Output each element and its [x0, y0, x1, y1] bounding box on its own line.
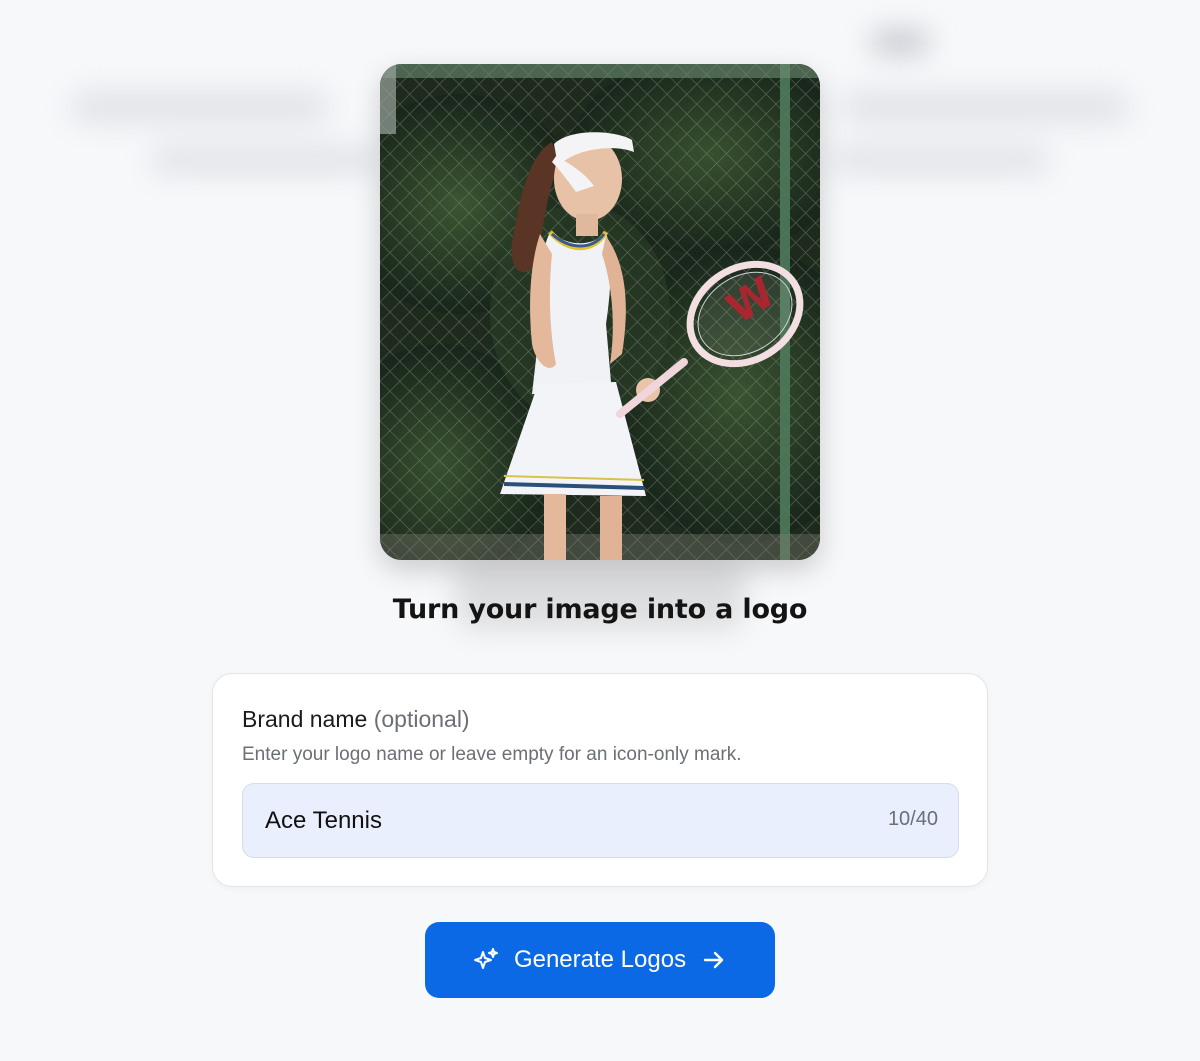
arrow-right-icon	[700, 946, 728, 974]
generate-logos-button[interactable]: Generate Logos	[425, 922, 775, 998]
optional-hint: (optional)	[373, 706, 470, 732]
page-title: Turn your image into a logo	[392, 594, 808, 625]
brand-name-input[interactable]	[243, 784, 883, 857]
generate-logos-label: Generate Logos	[513, 946, 687, 973]
tennis-photo: W	[380, 64, 820, 560]
brand-name-help: Enter your logo name or leave empty for …	[242, 744, 742, 765]
brand-name-field[interactable]: 10/40	[242, 783, 959, 858]
sparkles-icon	[472, 946, 500, 974]
brand-name-card: Brand name (optional) Enter your logo na…	[212, 673, 988, 887]
brand-name-label: Brand name (optional)	[242, 706, 470, 733]
brand-name-label-text: Brand name	[242, 706, 368, 732]
page: W Turn your image into a logo Brand name…	[0, 0, 1200, 1061]
uploaded-image: W	[380, 64, 820, 560]
character-counter: 10/40	[887, 808, 938, 830]
